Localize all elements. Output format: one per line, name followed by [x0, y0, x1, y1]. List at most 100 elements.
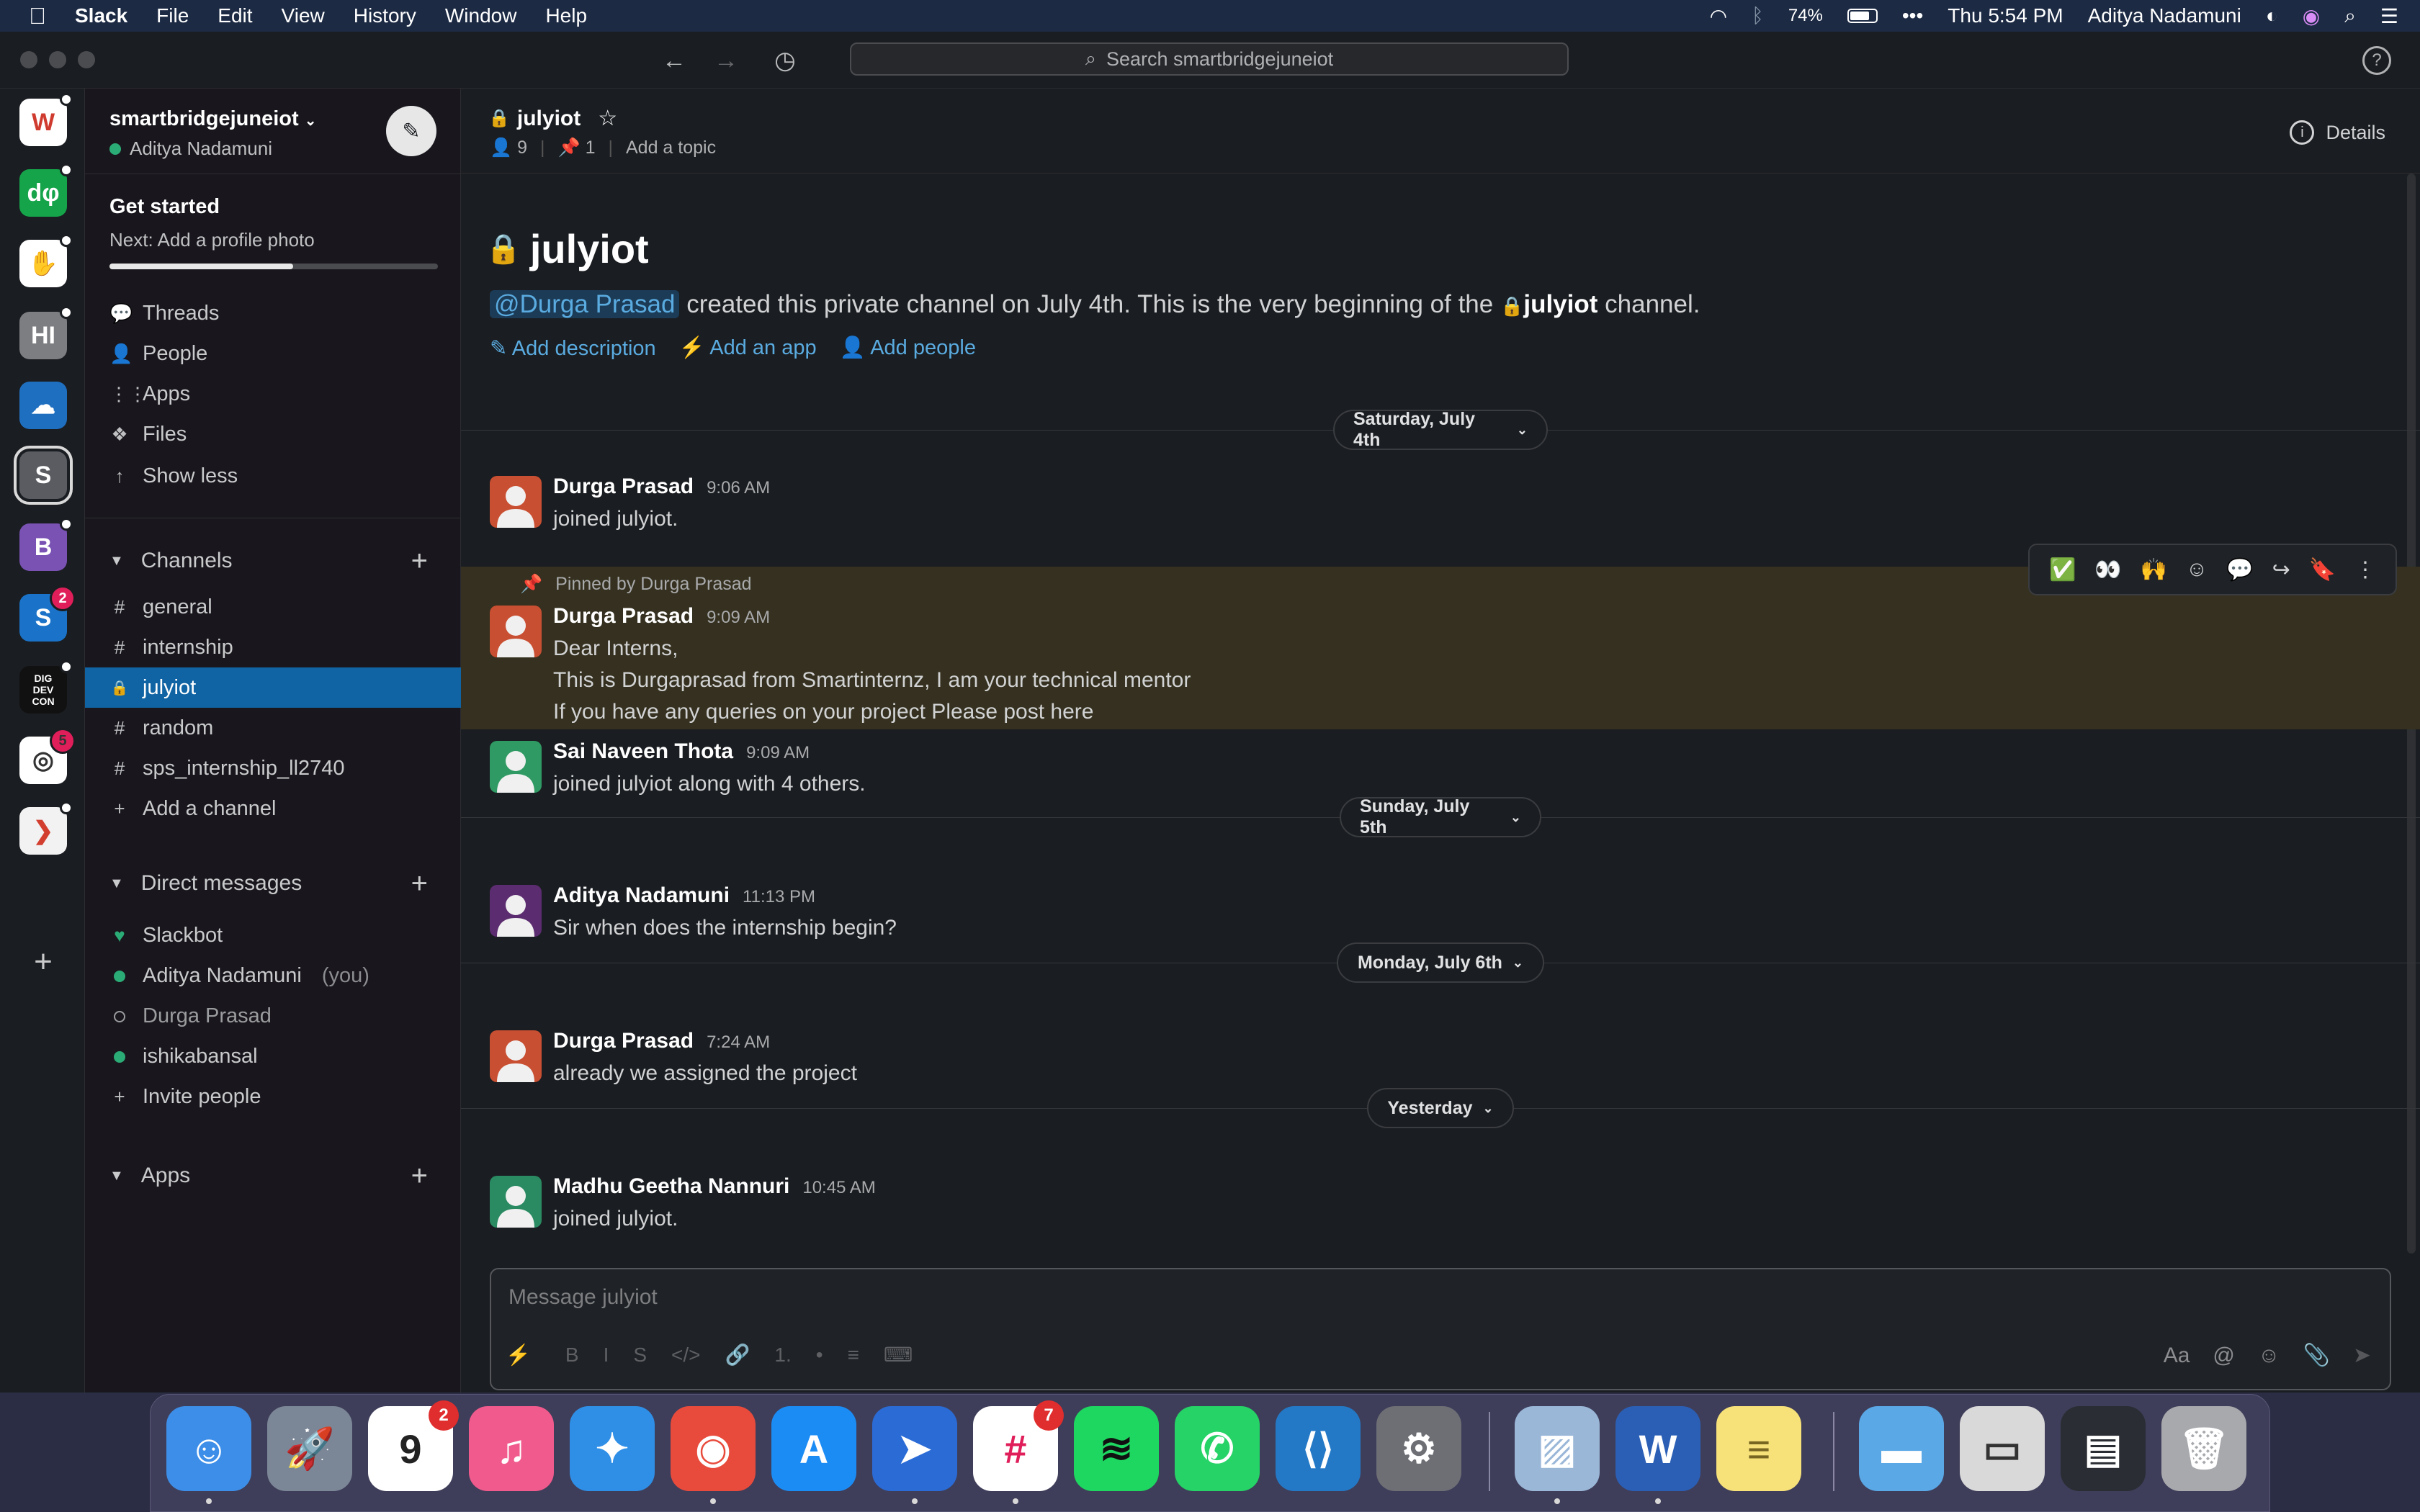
code-icon[interactable]: </>	[671, 1344, 700, 1367]
avatar[interactable]	[490, 1176, 542, 1228]
apple-icon[interactable]: 	[29, 3, 46, 30]
clock[interactable]: Thu 5:54 PM	[1948, 4, 2063, 27]
calendar-icon[interactable]: 92	[368, 1400, 459, 1491]
link-icon[interactable]: 🔗	[725, 1343, 750, 1367]
add-workspace-icon[interactable]: +	[19, 938, 67, 986]
more-icon[interactable]: •••	[1902, 4, 1923, 27]
minimize-window-button[interactable]	[49, 51, 66, 68]
screen-icon[interactable]: ▤	[2061, 1406, 2146, 1491]
menu-help[interactable]: Help	[545, 4, 587, 27]
date-jump-button[interactable]: Monday, July 6th ⌄	[1337, 942, 1544, 983]
message-composer[interactable]: Message julyiot ⚡ B I S </> 🔗 1. • ≡ ⌨ Aa @ ☺ 📎 ➤	[490, 1268, 2391, 1390]
forward-arrow-icon[interactable]: →	[710, 45, 742, 76]
caret-down-icon[interactable]: ▼	[109, 876, 124, 892]
dm-ishikabansal[interactable]: ishikabansal	[85, 1036, 461, 1076]
current-user[interactable]: Aditya Nadamuni	[109, 138, 272, 160]
sync-icon[interactable]: ◐	[2266, 4, 2278, 27]
timestamp[interactable]: 9:09 AM	[746, 743, 810, 763]
timestamp[interactable]: 11:13 PM	[743, 887, 815, 907]
timestamp[interactable]: 9:09 AM	[707, 608, 770, 628]
workspace-icon[interactable]: ◎ 5	[19, 728, 76, 784]
safari-icon[interactable]: ✦	[570, 1406, 655, 1491]
strikethrough-icon[interactable]: S	[633, 1344, 647, 1367]
avatar[interactable]	[490, 741, 542, 793]
more-actions-icon[interactable]: ⋮	[2354, 557, 2376, 582]
code-block-icon[interactable]: ⌨	[884, 1343, 913, 1367]
avatar[interactable]	[490, 885, 542, 937]
spotlight-icon[interactable]: ⌕	[2344, 4, 2356, 28]
back-arrow-icon[interactable]: ←	[658, 45, 690, 76]
sidebar-channel-general[interactable]: # general	[85, 587, 461, 627]
timestamp[interactable]: 9:06 AM	[707, 478, 770, 498]
apps-section-header[interactable]: ▼ Apps +	[85, 1156, 461, 1196]
history-icon[interactable]: ◷	[769, 45, 801, 76]
wifi-icon[interactable]: ◠	[1710, 4, 1727, 28]
pins-button[interactable]: 📌 1	[558, 138, 596, 158]
author-name[interactable]: Madhu Geetha Nannuri	[553, 1174, 789, 1199]
zoom-window-button[interactable]	[78, 51, 95, 68]
author-name[interactable]: Durga Prasad	[553, 604, 694, 629]
workspace-icon[interactable]: HI	[19, 306, 73, 359]
dm-section-header[interactable]: ▼ Direct messages +	[85, 863, 461, 904]
menu-view[interactable]: View	[282, 4, 325, 27]
timestamp[interactable]: 7:24 AM	[707, 1032, 770, 1053]
bullet-list-icon[interactable]: •	[816, 1344, 823, 1367]
sidebar-item-apps[interactable]: ⋮⋮ Apps	[85, 374, 461, 414]
close-window-button[interactable]	[20, 51, 37, 68]
channels-section-header[interactable]: ▼ Channels +	[85, 541, 461, 581]
launchpad-icon[interactable]: 🚀	[267, 1406, 352, 1491]
menu-window[interactable]: Window	[445, 4, 517, 27]
add-topic-link[interactable]: Add a topic	[626, 138, 716, 158]
workspace-icon[interactable]: DIG DEV CON	[19, 660, 73, 714]
siri-icon[interactable]: ◉	[2303, 4, 2320, 28]
date-jump-button[interactable]: Yesterday ⌄	[1367, 1088, 1514, 1128]
chrome-icon[interactable]: ◉	[671, 1406, 756, 1491]
app-store-icon[interactable]: A	[771, 1406, 856, 1491]
bookmark-icon[interactable]: 🔖	[2309, 557, 2336, 582]
get-started-next-step[interactable]: Next: Add a profile photo	[109, 229, 315, 251]
user-mention[interactable]: @Durga Prasad	[490, 290, 680, 318]
attach-icon[interactable]: 📎	[2303, 1343, 2330, 1368]
star-icon[interactable]: ☆	[598, 106, 617, 131]
channel-title[interactable]: 🔒 julyiot ☆	[488, 106, 617, 131]
compose-icon[interactable]: ✎	[386, 106, 436, 156]
add-app-icon[interactable]: +	[411, 1160, 428, 1192]
emoji-icon[interactable]: ☺	[2258, 1344, 2280, 1368]
finder-icon[interactable]: ☺	[166, 1406, 251, 1491]
bold-icon[interactable]: B	[565, 1344, 579, 1367]
folder-icon[interactable]: ▬	[1859, 1406, 1944, 1491]
formatting-toggle-icon[interactable]: Aa	[2164, 1344, 2190, 1368]
add-app-link[interactable]: ⚡ Add an app	[679, 336, 817, 361]
dm-durga-prasad[interactable]: Durga Prasad	[85, 996, 461, 1036]
workspace-icon[interactable]: S	[14, 446, 73, 505]
caret-down-icon[interactable]: ▼	[109, 1168, 124, 1184]
author-name[interactable]: Aditya Nadamuni	[553, 883, 730, 908]
add-channel-icon[interactable]: +	[411, 545, 428, 577]
avatar[interactable]	[490, 476, 542, 528]
add-description-link[interactable]: ✎ Add description	[490, 336, 656, 361]
shortcuts-icon[interactable]: ⚡	[506, 1343, 531, 1367]
react-eyes-icon[interactable]: 👀	[2094, 557, 2121, 582]
date-jump-button[interactable]: Saturday, July 4th ⌄	[1333, 409, 1548, 450]
workspace-icon[interactable]: S2	[19, 585, 76, 642]
battery-icon[interactable]	[1847, 9, 1878, 23]
user-menu[interactable]: Aditya Nadamuni	[2088, 4, 2241, 27]
ordered-list-icon[interactable]: 1.	[774, 1344, 791, 1367]
workspace-icon[interactable]: dφ	[19, 163, 73, 217]
menu-edit[interactable]: Edit	[218, 4, 252, 27]
sidebar-channel-internship[interactable]: # internship	[85, 627, 461, 667]
add-people-link[interactable]: 👤 Add people	[840, 336, 976, 361]
share-icon[interactable]: ↪	[2272, 557, 2290, 582]
sidebar-channel-sps_internship_ll2740[interactable]: # sps_internship_ll2740	[85, 748, 461, 788]
workspace-icon[interactable]: W	[19, 93, 73, 146]
sidebar-channel-julyiot[interactable]: 🔒 julyiot	[85, 667, 461, 708]
add-reaction-icon[interactable]: ☺	[2186, 557, 2208, 582]
itunes-icon[interactable]: ♫	[469, 1406, 554, 1491]
date-jump-button[interactable]: Sunday, July 5th ⌄	[1340, 796, 1541, 837]
paw-icon[interactable]: ➤	[872, 1406, 957, 1491]
disk-utility-icon[interactable]: ▭	[1960, 1406, 2045, 1491]
notification-center-icon[interactable]: ☰	[2380, 4, 2398, 28]
workspace-icon[interactable]: ✋	[19, 234, 73, 287]
vscode-icon[interactable]: ⟨⟩	[1276, 1406, 1361, 1491]
avatar[interactable]	[490, 606, 542, 657]
